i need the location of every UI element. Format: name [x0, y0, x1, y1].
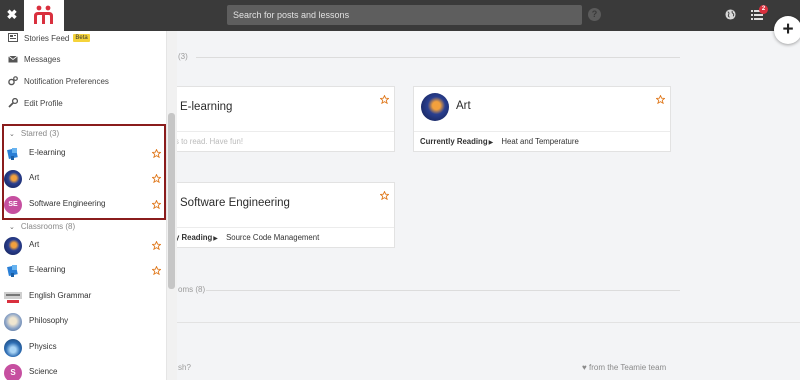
gears-icon: [8, 76, 18, 86]
sidebar: Stories Feed Beta Messages Notification …: [0, 31, 167, 380]
teamie-logo[interactable]: [24, 0, 64, 31]
sidebar-item-classroom-physics[interactable]: Physics: [4, 338, 164, 358]
card-footer: Currently Reading▶ Heat and Temperature: [414, 131, 670, 151]
sidebar-item-label: Messages: [24, 54, 61, 64]
sidebar-item-label: Physics: [29, 342, 57, 351]
sidebar-item-label: Science: [29, 367, 58, 376]
footer-divider: [167, 322, 800, 323]
sidebar-item-classroom-philosophy[interactable]: Philosophy: [4, 312, 164, 332]
beta-badge: Beta: [73, 34, 90, 42]
star-icon[interactable]: [380, 95, 389, 104]
card-title[interactable]: Software Engineering: [180, 197, 290, 209]
starred-section-count: (3): [178, 52, 188, 61]
star-icon[interactable]: [380, 191, 389, 200]
sidebar-item-label: Edit Profile: [24, 98, 63, 108]
currently-reading-label: y Reading: [175, 233, 213, 242]
sidebar-item-label: E-learning: [29, 265, 66, 274]
classroom-card-art[interactable]: Art Currently Reading▶ Heat and Temperat…: [413, 86, 671, 152]
sidebar-item-classroom-elearning[interactable]: E-learning: [4, 261, 164, 281]
art-avatar: [4, 237, 22, 255]
caret-right-icon: ▶: [488, 140, 494, 146]
current-lesson-link[interactable]: Heat and Temperature: [501, 137, 578, 146]
section-divider: [196, 57, 680, 58]
classrooms-section-label: oms (8): [178, 285, 206, 294]
globe-icon[interactable]: [725, 9, 736, 20]
envelope-icon: [8, 55, 18, 63]
sidebar-item-classroom-science[interactable]: S Science: [4, 363, 164, 380]
footer-credit-text: from the Teamie team: [588, 363, 667, 372]
chevron-down-icon: ⌄: [9, 224, 15, 231]
card-title[interactable]: E-learning: [180, 101, 232, 113]
sidebar-item-edit-profile[interactable]: Edit Profile: [8, 96, 63, 110]
caret-right-icon: ▶: [213, 236, 218, 242]
sidebar-item-label: Notification Preferences: [24, 76, 109, 86]
elearning-icon: [7, 265, 18, 277]
english-grammar-icon: [4, 292, 22, 303]
sidebar-item-stories-feed[interactable]: Stories Feed Beta: [8, 31, 90, 45]
current-lesson-link[interactable]: Source Code Management: [226, 233, 319, 242]
star-icon[interactable]: [656, 95, 665, 104]
footer-left-text[interactable]: sh?: [178, 363, 191, 372]
art-avatar: [421, 93, 449, 121]
card-footer: s to read. Have fun!: [161, 131, 394, 151]
classrooms-group-heading: Classrooms (8): [20, 222, 76, 231]
sidebar-item-notification-preferences[interactable]: Notification Preferences: [8, 74, 109, 88]
classrooms-group-toggle[interactable]: ⌄ Classrooms (8): [9, 222, 75, 231]
sidebar-item-label: Art: [29, 240, 40, 249]
footer-credit: ♥ from the Teamie team: [582, 363, 666, 372]
starred-group-highlight: [2, 124, 166, 220]
classroom-card-software-engineering[interactable]: Software Engineering y Reading▶ Source C…: [160, 182, 395, 248]
star-icon[interactable]: [152, 266, 161, 275]
sidebar-item-messages[interactable]: Messages: [8, 52, 60, 66]
sidebar-item-label: Philosophy: [29, 316, 69, 325]
stories-icon: [8, 33, 18, 42]
notification-count-badge: 2: [759, 5, 768, 14]
star-icon[interactable]: [152, 241, 161, 250]
classroom-card-elearning[interactable]: E-learning s to read. Have fun!: [160, 86, 395, 152]
physics-avatar: [4, 339, 22, 357]
sidebar-item-label: English Grammar: [29, 291, 92, 300]
card-title[interactable]: Art: [456, 100, 471, 112]
top-navigation-bar: ✖ Search for posts and lessons ? 2: [0, 0, 800, 31]
search-input[interactable]: Search for posts and lessons: [227, 5, 582, 25]
science-avatar: S: [4, 364, 22, 380]
card-footer: y Reading▶ Source Code Management: [161, 227, 394, 247]
teamie-logo-icon: [34, 5, 53, 24]
heart-icon: ♥: [582, 363, 587, 372]
sidebar-item-classroom-english-grammar[interactable]: English Grammar: [4, 287, 164, 307]
section-divider: [206, 290, 680, 291]
wrench-icon: [8, 98, 18, 108]
currently-reading-label: Currently Reading: [420, 137, 488, 146]
scrollbar-thumb[interactable]: [168, 113, 175, 289]
close-icon[interactable]: ✖: [4, 5, 20, 25]
sidebar-scrollbar[interactable]: [167, 31, 177, 380]
help-icon[interactable]: ?: [588, 8, 601, 21]
sidebar-item-label: Stories Feed: [24, 33, 70, 43]
philosophy-avatar: [4, 313, 22, 331]
card-footer-text: s to read. Have fun!: [175, 137, 244, 146]
sidebar-item-classroom-art[interactable]: Art: [4, 236, 164, 256]
